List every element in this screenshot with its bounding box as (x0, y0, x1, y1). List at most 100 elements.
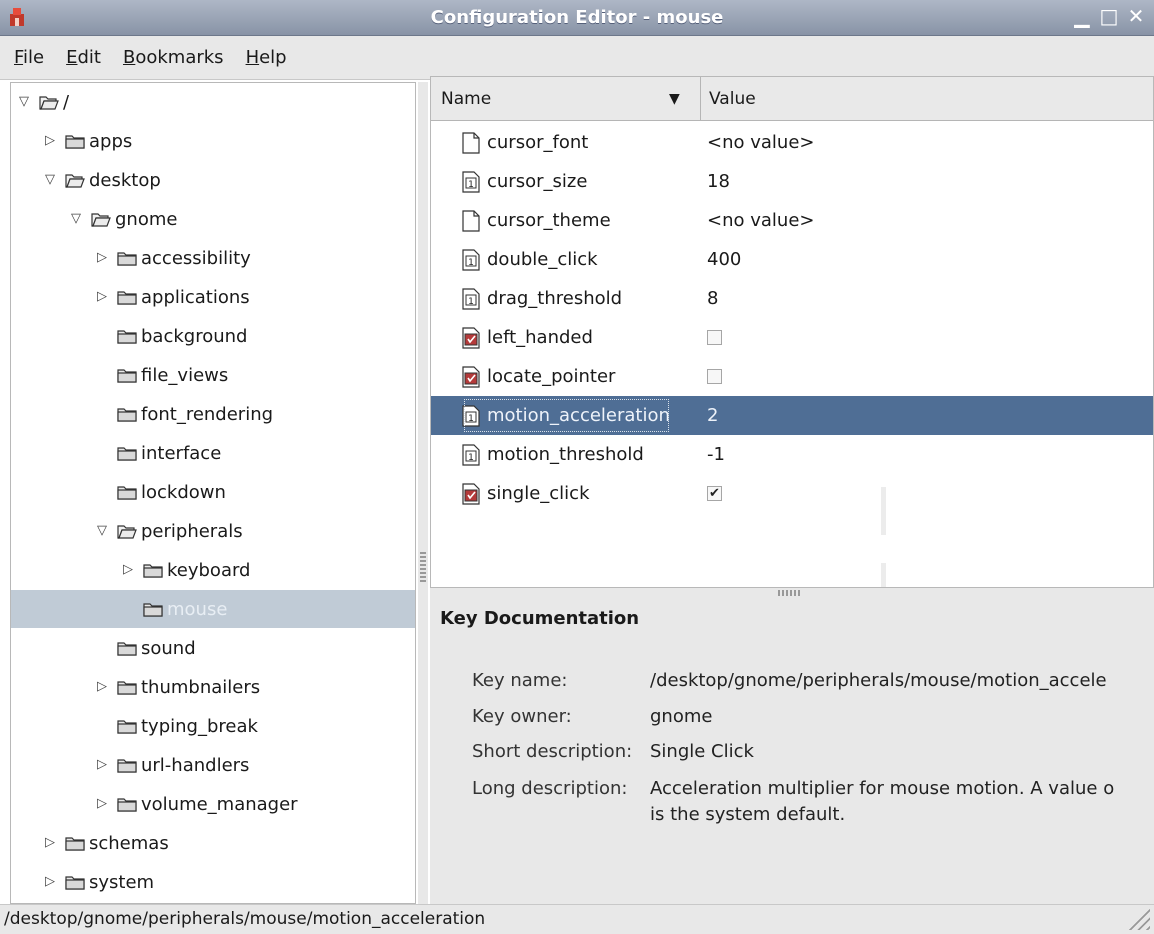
folder-icon (65, 874, 85, 890)
expander-closed-icon[interactable]: ▷ (43, 875, 57, 889)
boolean-key-icon (461, 482, 481, 505)
column-header-name[interactable]: Name (431, 77, 701, 121)
expander-closed-icon[interactable]: ▷ (95, 290, 109, 304)
tree-item-apps[interactable]: ▷ apps (11, 122, 415, 160)
folder-icon (117, 406, 137, 422)
key-name-cell: 1 drag_threshold (461, 279, 622, 318)
expander-open-icon[interactable]: ▽ (43, 173, 57, 187)
tree-item-desktop[interactable]: ▽ desktop (11, 161, 415, 199)
key-row-single-click[interactable]: single_click ✔ (431, 474, 1153, 513)
tree-item-label: applications (141, 286, 250, 308)
tree-item-background[interactable]: background (11, 317, 415, 355)
scroll-ghost (881, 563, 886, 587)
key-row-motion-threshold[interactable]: 1 motion_threshold -1 (431, 435, 1153, 474)
key-name-label: single_click (487, 483, 590, 504)
tree-item-typing-break[interactable]: typing_break (11, 707, 415, 745)
maximize-button[interactable]: □ (1097, 5, 1121, 29)
keys-list[interactable]: Name ▼ Value cursor_font <no value> 1 curso… (430, 76, 1154, 588)
directory-tree[interactable]: ▽ / ▷ apps ▽ desktop ▽ gnome ▷ accessibility ▷ appl… (10, 82, 416, 904)
tree-item-system[interactable]: ▷ system (11, 863, 415, 901)
horizontal-splitter[interactable] (430, 588, 1154, 598)
tree-item-interface[interactable]: interface (11, 434, 415, 472)
menu-edit[interactable]: Edit (66, 47, 101, 68)
tree-item-thumbnailers[interactable]: ▷ thumbnailers (11, 668, 415, 706)
key-name-cell: left_handed (461, 318, 593, 357)
key-value-cell[interactable]: 8 (707, 279, 718, 318)
checkbox-checked[interactable]: ✔ (707, 486, 722, 501)
checkbox-unchecked[interactable] (707, 369, 722, 384)
svg-text:1: 1 (468, 180, 474, 190)
integer-key-icon: 1 (461, 404, 481, 427)
menu-file[interactable]: File (14, 47, 44, 68)
expander-open-icon[interactable]: ▽ (69, 212, 83, 226)
tree-item-sound[interactable]: sound (11, 629, 415, 667)
expander-closed-icon[interactable]: ▷ (95, 758, 109, 772)
key-value-cell[interactable] (707, 318, 722, 357)
folder-icon (143, 562, 163, 578)
menu-help[interactable]: Help (246, 47, 287, 68)
tree-item-schemas[interactable]: ▷ schemas (11, 824, 415, 862)
key-row-drag-threshold[interactable]: 1 drag_threshold 8 (431, 279, 1153, 318)
tree-item-applications[interactable]: ▷ applications (11, 278, 415, 316)
key-value-cell[interactable]: 2 (707, 396, 718, 435)
expander-closed-icon[interactable]: ▷ (95, 797, 109, 811)
expander-closed-icon[interactable]: ▷ (95, 251, 109, 265)
resize-grip[interactable] (1128, 908, 1150, 930)
key-value-cell[interactable]: -1 (707, 435, 725, 474)
window-title: Configuration Editor - mouse (430, 7, 724, 28)
tree-item-root[interactable]: ▽ / (11, 83, 415, 121)
tree-item-peripherals[interactable]: ▽ peripherals (11, 512, 415, 550)
tree-item-lockdown[interactable]: lockdown (11, 473, 415, 511)
tree-item-label: / (63, 91, 70, 113)
tree-item-font-rendering[interactable]: font_rendering (11, 395, 415, 433)
key-row-left-handed[interactable]: left_handed (431, 318, 1153, 357)
tree-item-gnome[interactable]: ▽ gnome (11, 200, 415, 238)
key-name-label: cursor_theme (487, 210, 611, 231)
key-value-cell[interactable]: 400 (707, 240, 741, 279)
key-row-cursor-font[interactable]: cursor_font <no value> (431, 123, 1153, 162)
key-name-label: left_handed (487, 327, 593, 348)
key-value-cell[interactable]: 18 (707, 162, 730, 201)
tree-item-label: typing_break (141, 715, 258, 737)
key-value-cell[interactable]: <no value> (707, 123, 814, 162)
menu-bookmarks[interactable]: Bookmarks (123, 47, 224, 68)
expander-open-icon[interactable]: ▽ (17, 95, 31, 109)
key-value-cell[interactable] (707, 357, 722, 396)
key-owner-label: Key owner: (472, 706, 572, 727)
short-description-value: Single Click (650, 741, 754, 762)
key-name-cell: 1 motion_threshold (461, 435, 644, 474)
tree-item-label: gnome (115, 208, 178, 230)
key-row-motion-acceleration[interactable]: 1 motion_acceleration 2 (431, 396, 1153, 435)
key-value-cell[interactable]: ✔ (707, 474, 722, 513)
minimize-button[interactable]: ▁ (1070, 5, 1094, 29)
tree-item-mouse[interactable]: mouse (11, 590, 415, 628)
column-header-value[interactable]: Value (709, 77, 756, 121)
expander-closed-icon[interactable]: ▷ (121, 563, 135, 577)
key-row-double-click[interactable]: 1 double_click 400 (431, 240, 1153, 279)
checkbox-unchecked[interactable] (707, 330, 722, 345)
tree-item-volume-manager[interactable]: ▷ volume_manager (11, 785, 415, 823)
key-row-cursor-size[interactable]: 1 cursor_size 18 (431, 162, 1153, 201)
tree-item-keyboard[interactable]: ▷ keyboard (11, 551, 415, 589)
vertical-splitter[interactable] (418, 82, 428, 904)
expander-open-icon[interactable]: ▽ (95, 524, 109, 538)
key-name-label: Key name: (472, 670, 568, 691)
folder-icon (65, 133, 85, 149)
key-row-locate-pointer[interactable]: locate_pointer (431, 357, 1153, 396)
folder-icon (143, 601, 163, 617)
tree-item-file-views[interactable]: file_views (11, 356, 415, 394)
expander-closed-icon[interactable]: ▷ (43, 134, 57, 148)
key-value-cell[interactable]: <no value> (707, 201, 814, 240)
tree-item-url-handlers[interactable]: ▷ url-handlers (11, 746, 415, 784)
key-documentation-panel: Key Documentation Key name: /desktop/gno… (430, 598, 1154, 904)
close-button[interactable]: ✕ (1124, 5, 1148, 29)
expander-closed-icon[interactable]: ▷ (95, 680, 109, 694)
tree-item-accessibility[interactable]: ▷ accessibility (11, 239, 415, 277)
expander-closed-icon[interactable]: ▷ (43, 836, 57, 850)
tree-item-label: thumbnailers (141, 676, 261, 698)
key-row-cursor-theme[interactable]: cursor_theme <no value> (431, 201, 1153, 240)
string-key-icon (461, 131, 481, 154)
